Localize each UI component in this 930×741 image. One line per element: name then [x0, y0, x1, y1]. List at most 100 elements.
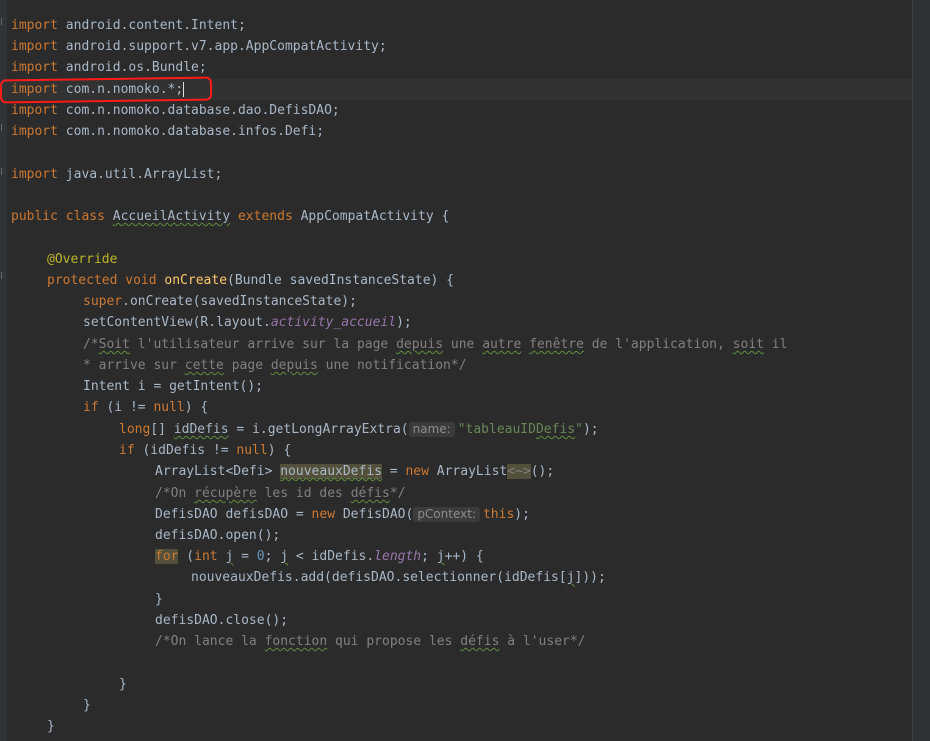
folded-diamond[interactable]: <~>	[507, 464, 531, 479]
code-line[interactable]: Intent i = getIntent();	[83, 376, 263, 397]
code-text: ) {	[184, 400, 209, 415]
code-text: =	[381, 464, 406, 479]
fold-icon[interactable]	[1, 18, 7, 25]
comment-text: qui propose les	[327, 634, 461, 649]
comment-text: les id des	[256, 486, 351, 501]
fold-icon[interactable]	[1, 168, 7, 175]
string-literal: "tableauID	[457, 422, 536, 437]
code-text: }	[119, 677, 127, 692]
code-line[interactable]: }	[155, 589, 163, 610]
code-line[interactable]: super.onCreate(savedInstanceState);	[83, 291, 357, 312]
code-line[interactable]: }	[119, 674, 127, 695]
code-line[interactable]: import com.n.nomoko.database.infos.Defi;	[11, 121, 324, 142]
comment-word: défis	[350, 486, 390, 501]
code-line[interactable]: import com.n.nomoko.database.dao.DefisDA…	[11, 100, 340, 121]
variable: idDefis	[173, 422, 229, 437]
code-line[interactable]: nouveauxDefis.add(defisDAO.selectionner(…	[191, 567, 606, 588]
comment-text: il	[763, 337, 788, 352]
variable: nouveauxDefis	[280, 464, 382, 479]
comment-text: une	[443, 337, 483, 352]
code-line[interactable]: /*On lance la fonction qui propose les d…	[155, 631, 586, 652]
code-text: =	[233, 549, 257, 564]
comment-word: défis	[460, 634, 500, 649]
code-line[interactable]: if (idDefis != null) {	[119, 440, 291, 461]
code-editor[interactable]: import android.content.Intent; import an…	[0, 0, 930, 741]
parameter-hint: pContext:	[413, 507, 480, 522]
code-text: Intent i = getIntent();	[83, 379, 264, 394]
comment-word: depuis	[270, 358, 318, 373]
variable: j	[566, 570, 575, 585]
code-line[interactable]: /*On récupère les id des défis*/	[155, 483, 405, 504]
code-text: }	[47, 719, 55, 734]
keyword: int	[194, 549, 218, 564]
comment-word: récupère	[194, 486, 257, 501]
code-text: ) {	[267, 443, 292, 458]
fold-icon[interactable]	[1, 124, 7, 131]
static-field: activity_accueil	[270, 315, 397, 330]
code-text: (idDefis !=	[134, 443, 237, 458]
code-line[interactable]: import java.util.ArrayList;	[11, 164, 222, 185]
comment-text: * arrive sur	[83, 358, 185, 373]
code-text: nouveauxDefis.add(defisDAO.selectionner(…	[191, 570, 567, 585]
number-literal: 0	[256, 549, 265, 564]
code-text: ;	[421, 549, 437, 564]
comment-word: Soit	[98, 337, 130, 352]
keyword: for	[155, 549, 179, 564]
error-stripe[interactable]	[913, 0, 930, 741]
keyword: if	[83, 400, 99, 415]
keyword: null	[236, 443, 268, 458]
string-literal: Defis	[535, 422, 576, 437]
code-line[interactable]: import android.content.Intent;	[11, 15, 246, 36]
code-line[interactable]: import android.os.Bundle;	[11, 57, 207, 78]
code-text: android.content.Intent;	[57, 18, 246, 33]
keyword: new	[405, 464, 429, 479]
comment-text: une notification*/	[317, 358, 467, 373]
comment-text: de l'application,	[583, 337, 733, 352]
code-text: ();	[530, 464, 555, 479]
fold-icon[interactable]	[1, 272, 7, 279]
code-line[interactable]: }	[83, 695, 91, 716]
code-line[interactable]: protected void onCreate(Bundle savedInst…	[47, 270, 454, 291]
keyword: public class	[11, 209, 113, 224]
code-text: ++) {	[444, 549, 484, 564]
code-text: }	[83, 698, 91, 713]
code-line[interactable]: DefisDAO defisDAO = new DefisDAO(pContex…	[155, 504, 530, 525]
comment-word: autre	[482, 337, 522, 352]
code-line[interactable]: @Override	[47, 249, 117, 270]
code-text: ArrayList	[428, 464, 508, 479]
code-text: (i !=	[98, 400, 154, 415]
code-text: (Bundle savedInstanceState) {	[227, 273, 455, 288]
keyword: import	[11, 60, 58, 75]
code-line[interactable]: /*Soit l'utilisateur arrive sur la page …	[83, 334, 787, 355]
parameter-hint: name:	[408, 422, 455, 437]
keyword: protected void	[47, 273, 165, 288]
code-line[interactable]: for (int j = 0; j < idDefis.length; j++)…	[155, 546, 484, 567]
code-line[interactable]: }	[47, 716, 55, 737]
keyword: import	[11, 124, 58, 139]
editor-gutter[interactable]	[0, 0, 7, 741]
code-line[interactable]: * arrive sur cette page depuis une notif…	[83, 355, 467, 376]
comment-text	[521, 337, 529, 352]
code-line[interactable]: defisDAO.open();	[155, 525, 280, 546]
code-line[interactable]: ArrayList<Defi> nouveauxDefis = new Arra…	[155, 461, 554, 482]
method-name: onCreate	[164, 273, 228, 288]
keyword: new	[311, 507, 336, 522]
keyword: this	[482, 507, 515, 522]
comment-text: page	[223, 358, 271, 373]
comment-text: /*On lance la	[155, 634, 265, 649]
keyword: super	[83, 294, 123, 309]
code-text: }	[155, 592, 163, 607]
code-line[interactable]: setContentView(R.layout.activity_accueil…	[83, 312, 412, 333]
code-text: DefisDAO defisDAO =	[155, 507, 312, 522]
class-name: AccueilActivity	[112, 209, 231, 224]
code-text: DefisDAO(	[335, 507, 414, 522]
code-line[interactable]: if (i != null) {	[83, 397, 208, 418]
keyword: import	[11, 39, 58, 54]
code-line[interactable]: import android.support.v7.app.AppCompatA…	[11, 36, 387, 57]
code-line[interactable]: defisDAO.close();	[155, 610, 288, 631]
code-text: .onCreate(savedInstanceState);	[122, 294, 357, 309]
code-text: setContentView(R.layout.	[83, 315, 271, 330]
code-text: ArrayList<Defi>	[155, 464, 281, 479]
code-line[interactable]: long[] idDefis = i.getLongArrayExtra(nam…	[119, 419, 599, 440]
code-line[interactable]: public class AccueilActivity extends App…	[11, 206, 449, 227]
